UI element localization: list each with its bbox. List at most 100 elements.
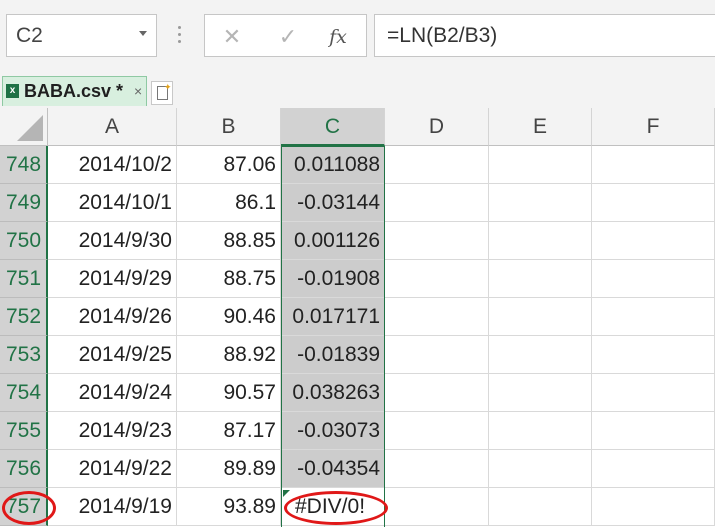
- sheet-tab-label[interactable]: BABA.csv *: [24, 81, 123, 102]
- row-header[interactable]: 757: [0, 488, 48, 526]
- drag-handle-icon[interactable]: [178, 26, 182, 46]
- cell-e[interactable]: [489, 260, 592, 298]
- cell-d[interactable]: [385, 222, 489, 260]
- formula-toolbar: C2 ✕ ✓ fx =LN(B2/B3): [0, 0, 715, 74]
- cell-b[interactable]: 88.75: [177, 260, 281, 298]
- cell-f[interactable]: [592, 488, 715, 526]
- row-header[interactable]: 748: [0, 146, 48, 184]
- table-row: 752 2014/9/26 90.46 0.017171: [0, 298, 715, 336]
- cell-a[interactable]: 2014/9/25: [48, 336, 177, 374]
- cell-d[interactable]: [385, 146, 489, 184]
- formula-text[interactable]: =LN(B2/B3): [387, 24, 497, 48]
- cell-d[interactable]: [385, 374, 489, 412]
- row-header[interactable]: 754: [0, 374, 48, 412]
- cell-b[interactable]: 89.89: [177, 450, 281, 488]
- cell-d[interactable]: [385, 488, 489, 526]
- cell-b[interactable]: 90.46: [177, 298, 281, 336]
- cell-a[interactable]: 2014/9/29: [48, 260, 177, 298]
- cell-d[interactable]: [385, 260, 489, 298]
- cell-e[interactable]: [489, 298, 592, 336]
- cell-c[interactable]: 0.038263: [281, 374, 385, 412]
- cell-c[interactable]: -0.04354: [281, 450, 385, 488]
- cell-e[interactable]: [489, 222, 592, 260]
- cell-a[interactable]: 2014/10/1: [48, 184, 177, 222]
- cell-c[interactable]: 0.001126: [281, 222, 385, 260]
- cell-f[interactable]: [592, 336, 715, 374]
- column-header-f[interactable]: F: [592, 108, 715, 146]
- cell-a[interactable]: 2014/9/22: [48, 450, 177, 488]
- cell-c[interactable]: -0.03144: [281, 184, 385, 222]
- cell-c-error[interactable]: #DIV/0!: [281, 488, 385, 526]
- cell-a[interactable]: 2014/10/2: [48, 146, 177, 184]
- select-all-icon[interactable]: [17, 115, 43, 141]
- enter-check-icon[interactable]: ✓: [273, 24, 303, 50]
- error-indicator-icon[interactable]: [283, 490, 290, 497]
- row-header[interactable]: 751: [0, 260, 48, 298]
- cell-e[interactable]: [489, 336, 592, 374]
- cell-a[interactable]: 2014/9/23: [48, 412, 177, 450]
- cell-a[interactable]: 2014/9/30: [48, 222, 177, 260]
- cell-e[interactable]: [489, 374, 592, 412]
- cell-b[interactable]: 86.1: [177, 184, 281, 222]
- cell-c[interactable]: -0.03073: [281, 412, 385, 450]
- cell-b[interactable]: 88.92: [177, 336, 281, 374]
- cell-d[interactable]: [385, 336, 489, 374]
- formula-input[interactable]: =LN(B2/B3): [374, 14, 715, 57]
- table-row: 755 2014/9/23 87.17 -0.03073: [0, 412, 715, 450]
- sheet-tab-strip: x BABA.csv * × ✦: [0, 74, 715, 108]
- cell-f[interactable]: [592, 146, 715, 184]
- row-header[interactable]: 750: [0, 222, 48, 260]
- name-box-value[interactable]: C2: [16, 24, 43, 48]
- row-header[interactable]: 752: [0, 298, 48, 336]
- cell-c[interactable]: 0.017171: [281, 298, 385, 336]
- column-header-d[interactable]: D: [385, 108, 489, 146]
- cell-a[interactable]: 2014/9/24: [48, 374, 177, 412]
- select-all-button[interactable]: [0, 108, 48, 146]
- cell-b[interactable]: 88.85: [177, 222, 281, 260]
- cell-d[interactable]: [385, 450, 489, 488]
- cell-e[interactable]: [489, 146, 592, 184]
- cell-b[interactable]: 87.06: [177, 146, 281, 184]
- cell-b[interactable]: 90.57: [177, 374, 281, 412]
- row-header[interactable]: 755: [0, 412, 48, 450]
- cell-d[interactable]: [385, 298, 489, 336]
- cell-a[interactable]: 2014/9/19: [48, 488, 177, 526]
- column-header-c[interactable]: C: [281, 108, 385, 146]
- cell-c[interactable]: -0.01839: [281, 336, 385, 374]
- cell-f[interactable]: [592, 222, 715, 260]
- cell-d[interactable]: [385, 412, 489, 450]
- column-header-a[interactable]: A: [48, 108, 177, 146]
- spreadsheet-grid[interactable]: A B C D E F 748 2014/10/2 87.06 0.011088…: [0, 108, 715, 527]
- column-header-b[interactable]: B: [177, 108, 281, 146]
- formula-buttons: ✕ ✓ fx: [204, 14, 367, 57]
- cell-e[interactable]: [489, 488, 592, 526]
- sparkle-icon: ✦: [164, 82, 172, 92]
- cell-f[interactable]: [592, 412, 715, 450]
- close-icon[interactable]: ×: [134, 83, 142, 99]
- cancel-icon[interactable]: ✕: [217, 24, 247, 50]
- column-header-e[interactable]: E: [489, 108, 592, 146]
- cell-e[interactable]: [489, 412, 592, 450]
- cell-f[interactable]: [592, 450, 715, 488]
- cell-e[interactable]: [489, 450, 592, 488]
- cell-e[interactable]: [489, 184, 592, 222]
- cell-c[interactable]: 0.011088: [281, 146, 385, 184]
- cell-f[interactable]: [592, 260, 715, 298]
- table-row: 757 2014/9/19 93.89 #DIV/0!: [0, 488, 715, 526]
- name-box[interactable]: C2: [6, 14, 157, 57]
- cell-b[interactable]: 87.17: [177, 412, 281, 450]
- row-header[interactable]: 749: [0, 184, 48, 222]
- cell-f[interactable]: [592, 374, 715, 412]
- cell-f[interactable]: [592, 298, 715, 336]
- insert-function-icon[interactable]: fx: [323, 24, 353, 50]
- cell-b[interactable]: 93.89: [177, 488, 281, 526]
- cell-d[interactable]: [385, 184, 489, 222]
- sheet-tab-baba[interactable]: x BABA.csv * ×: [2, 76, 147, 106]
- cell-a[interactable]: 2014/9/26: [48, 298, 177, 336]
- new-sheet-button[interactable]: ✦: [151, 81, 173, 105]
- row-header[interactable]: 756: [0, 450, 48, 488]
- row-header[interactable]: 753: [0, 336, 48, 374]
- cell-c[interactable]: -0.01908: [281, 260, 385, 298]
- chevron-down-icon[interactable]: [139, 31, 147, 36]
- cell-f[interactable]: [592, 184, 715, 222]
